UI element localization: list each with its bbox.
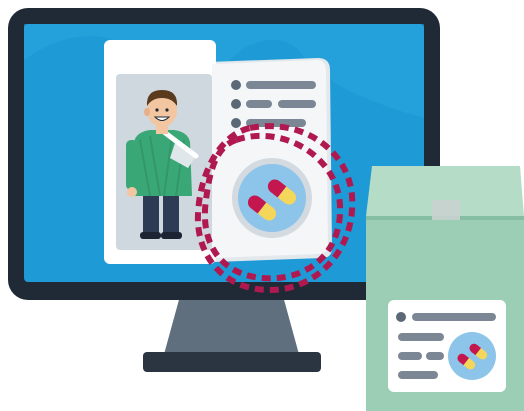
pharmacy-illustration xyxy=(0,0,524,411)
prescription-card-icon xyxy=(104,40,356,294)
monitor-base xyxy=(143,352,321,372)
capsule-pill-icon xyxy=(232,158,312,238)
pharmacy-paper-bag-icon xyxy=(366,166,524,411)
illustration-canvas xyxy=(8,8,524,411)
monitor-stand xyxy=(163,296,300,358)
bag-pill-icon xyxy=(448,332,496,380)
